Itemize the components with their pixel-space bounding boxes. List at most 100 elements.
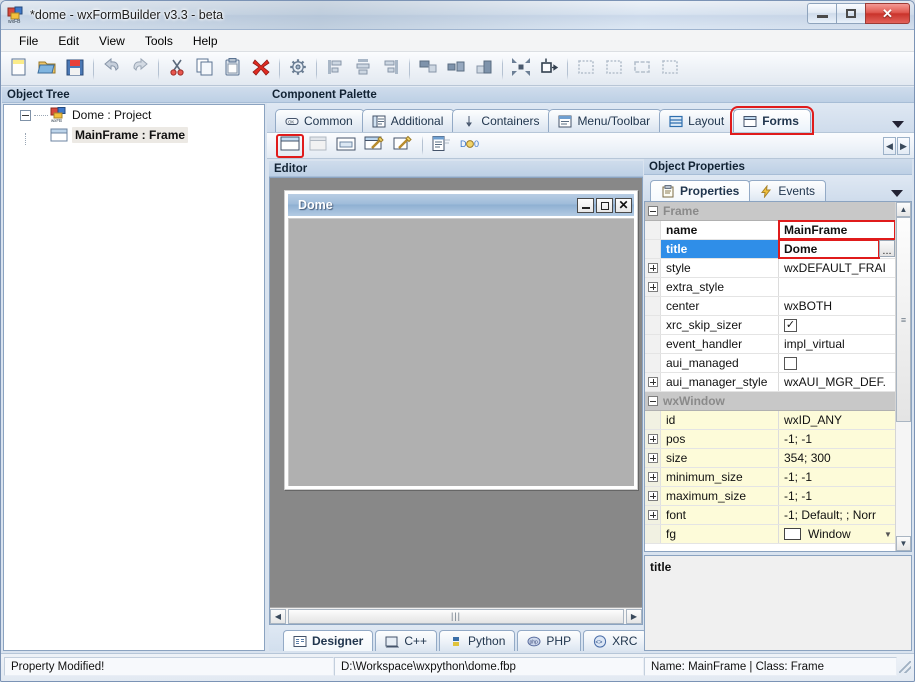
tab-designer[interactable]: Designer xyxy=(283,630,374,651)
property-value-extra-style[interactable] xyxy=(779,278,895,296)
undo-button[interactable] xyxy=(98,55,126,83)
tab-properties[interactable]: Properties xyxy=(650,180,751,201)
fg-dropdown-icon[interactable]: ▼ xyxy=(881,530,895,539)
chevron-down-icon[interactable] xyxy=(892,121,904,128)
frame-preview-minimize-button[interactable] xyxy=(577,197,594,213)
title-ellipsis-button[interactable]: ... xyxy=(879,240,895,257)
row-gutter[interactable] xyxy=(645,259,661,277)
property-row-id[interactable]: id wxID_ANY xyxy=(645,411,895,430)
expand-button[interactable] xyxy=(507,55,535,83)
palette-tab-menu-toolbar[interactable]: Menu/Toolbar xyxy=(548,109,663,132)
aui-managed-checkbox[interactable] xyxy=(784,356,797,370)
row-gutter[interactable] xyxy=(645,430,661,448)
menu-item-view[interactable]: View xyxy=(89,31,135,51)
property-row-aui-manager-style[interactable]: aui_manager_style wxAUI_MGR_DEF. xyxy=(645,373,895,392)
border-left-button[interactable] xyxy=(656,55,684,83)
maximize-button[interactable] xyxy=(836,3,865,24)
scroll-right-icon[interactable]: ▶ xyxy=(626,608,642,624)
property-value-xrc-skip-sizer[interactable]: ✓ xyxy=(779,316,895,334)
expand-icon[interactable] xyxy=(647,377,658,387)
palette-tab-forms[interactable]: Forms xyxy=(730,106,814,135)
collapse-icon[interactable] xyxy=(648,206,658,216)
border-bottom-button[interactable] xyxy=(628,55,656,83)
frame-preview-maximize-button[interactable] xyxy=(596,197,613,213)
tree-node-mainframe[interactable]: MainFrame : Frame xyxy=(4,125,264,145)
close-button[interactable]: ✕ xyxy=(865,3,910,24)
tab-events[interactable]: Events xyxy=(748,180,827,201)
scroll-left-icon[interactable]: ◀ xyxy=(270,608,286,624)
property-group-frame[interactable]: Frame xyxy=(645,202,895,221)
generate-code-button[interactable] xyxy=(284,55,312,83)
copy-button[interactable] xyxy=(191,55,219,83)
resize-gripper-icon[interactable] xyxy=(899,660,911,673)
property-value-font[interactable]: -1; Default; ; Norr xyxy=(779,506,895,524)
property-row-extra-style[interactable]: extra_style xyxy=(645,278,895,297)
editor-horizontal-scrollbar[interactable]: ◀ ||| ▶ xyxy=(270,607,642,624)
row-gutter[interactable] xyxy=(645,506,661,524)
tab-python[interactable]: Python xyxy=(439,630,516,651)
tab-xrc[interactable]: <> XRC xyxy=(583,630,648,651)
align-top-button[interactable] xyxy=(414,55,442,83)
property-row-name[interactable]: name MainFrame xyxy=(645,220,895,240)
property-row-font[interactable]: font -1; Default; ; Norr xyxy=(645,506,895,525)
property-group-wxwindow[interactable]: wxWindow xyxy=(645,392,895,411)
border-top-button[interactable] xyxy=(572,55,600,83)
palette-item-wizard-page[interactable] xyxy=(389,135,415,157)
xrc-skip-sizer-checkbox[interactable]: ✓ xyxy=(784,318,797,332)
property-value-pos[interactable]: -1; -1 xyxy=(779,430,895,448)
property-value-event-handler[interactable]: impl_virtual xyxy=(779,335,895,353)
palette-item-wizard[interactable] xyxy=(361,135,387,157)
property-value-title[interactable]: Dome xyxy=(778,239,880,259)
property-value-name[interactable]: MainFrame xyxy=(778,220,895,240)
new-project-button[interactable] xyxy=(5,55,33,83)
property-value-fg[interactable]: Window ▼ xyxy=(779,525,895,543)
align-center-horizontal-button[interactable] xyxy=(349,55,377,83)
minimize-button[interactable] xyxy=(807,3,836,24)
row-gutter[interactable] xyxy=(645,487,661,505)
palette-tab-containers[interactable]: Containers xyxy=(452,109,552,132)
paste-button[interactable] xyxy=(219,55,247,83)
property-row-xrc-skip-sizer[interactable]: xrc_skip_sizer ✓ xyxy=(645,316,895,335)
row-gutter[interactable] xyxy=(645,449,661,467)
property-row-minimum-size[interactable]: minimum_size -1; -1 xyxy=(645,468,895,487)
border-right-button[interactable] xyxy=(600,55,628,83)
palette-item-menubar-form[interactable] xyxy=(428,135,454,157)
property-row-pos[interactable]: pos -1; -1 xyxy=(645,430,895,449)
expand-icon[interactable] xyxy=(647,434,658,444)
scroll-down-icon[interactable]: ▼ xyxy=(896,536,911,551)
property-row-style[interactable]: style wxDEFAULT_FRAI xyxy=(645,259,895,278)
property-value-minimum-size[interactable]: -1; -1 xyxy=(779,468,895,486)
row-gutter[interactable] xyxy=(645,468,661,486)
property-value-size[interactable]: 354; 300 xyxy=(779,449,895,467)
align-right-button[interactable] xyxy=(377,55,405,83)
property-value-center[interactable]: wxBOTH xyxy=(779,297,895,315)
property-value-id[interactable]: wxID_ANY xyxy=(779,411,895,429)
stretch-button[interactable] xyxy=(535,55,563,83)
scrollbar-track[interactable]: ≡ xyxy=(896,217,911,536)
property-value-aui-managed[interactable] xyxy=(779,354,895,372)
expand-icon[interactable] xyxy=(647,491,658,501)
palette-item-db[interactable]: D 0 xyxy=(456,135,482,157)
delete-button[interactable] xyxy=(247,55,275,83)
expand-icon[interactable] xyxy=(647,263,658,273)
row-gutter[interactable] xyxy=(645,373,661,391)
frame-preview-client-area[interactable] xyxy=(288,216,634,486)
collapse-icon[interactable] xyxy=(648,396,658,406)
scrollbar-thumb[interactable]: ≡ xyxy=(896,217,911,422)
open-project-button[interactable] xyxy=(33,55,61,83)
scroll-right-icon[interactable]: ▶ xyxy=(897,137,910,155)
scroll-left-icon[interactable]: ◀ xyxy=(883,137,896,155)
expand-icon[interactable] xyxy=(647,453,658,463)
property-value-maximum-size[interactable]: -1; -1 xyxy=(779,487,895,505)
frame-preview[interactable]: Dome ✕ xyxy=(284,190,638,490)
property-row-title[interactable]: title Dome ... xyxy=(645,239,895,259)
align-left-button[interactable] xyxy=(321,55,349,83)
row-gutter[interactable] xyxy=(645,278,661,296)
expand-icon[interactable] xyxy=(647,282,658,292)
property-row-size[interactable]: size 354; 300 xyxy=(645,449,895,468)
property-value-aui-manager-style[interactable]: wxAUI_MGR_DEF. xyxy=(779,373,895,391)
palette-item-wxframe[interactable] xyxy=(276,133,304,158)
tab-cpp[interactable]: C++ xyxy=(375,630,438,651)
designer-canvas[interactable]: Dome ✕ xyxy=(270,178,642,607)
align-bottom-button[interactable] xyxy=(470,55,498,83)
